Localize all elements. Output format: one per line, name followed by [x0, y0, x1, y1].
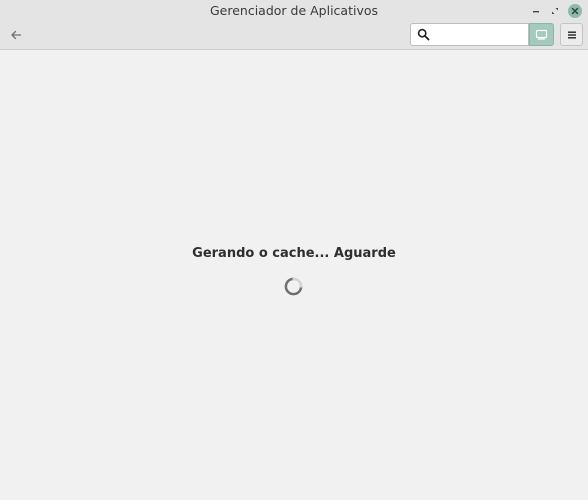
loading-message: Gerando o cache... Aguarde — [192, 246, 396, 261]
search-filter-toggle[interactable] — [529, 23, 554, 46]
maximize-button[interactable] — [548, 4, 562, 18]
main-menu-button[interactable] — [560, 23, 583, 46]
hamburger-menu-icon — [567, 31, 576, 38]
back-button[interactable] — [7, 26, 25, 44]
arrow-left-icon — [11, 30, 22, 40]
search-input[interactable] — [435, 26, 525, 43]
header-bar: Gerenciador de Aplicativos — [0, 0, 588, 50]
window-title: Gerenciador de Aplicativos — [209, 3, 379, 18]
minimize-button[interactable] — [529, 4, 543, 18]
search-icon — [417, 28, 430, 41]
loading-spinner — [284, 277, 303, 296]
close-button[interactable] — [568, 4, 582, 18]
app-window: Gerenciador de Aplicativos Gerando o cac… — [0, 0, 588, 500]
minimize-icon — [533, 11, 539, 13]
main-content: Gerando o cache... Aguarde — [0, 50, 588, 500]
close-icon — [571, 7, 579, 15]
filter-icon — [535, 29, 548, 40]
maximize-icon — [552, 8, 558, 14]
search-box[interactable] — [410, 23, 529, 46]
